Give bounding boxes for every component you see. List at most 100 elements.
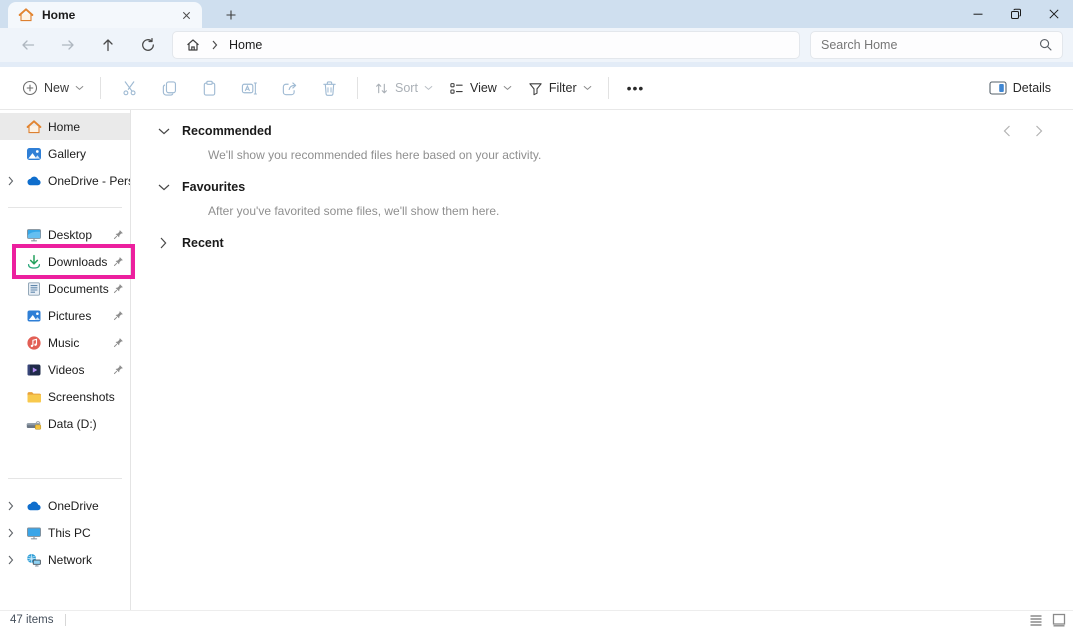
desktop-icon — [26, 227, 42, 243]
section-favourites: Favourites After you've favorited some f… — [157, 179, 1073, 218]
sidebar-item-gallery[interactable]: Gallery — [0, 140, 130, 167]
sort-button-label: Sort — [395, 81, 418, 95]
carousel-left-icon[interactable] — [999, 123, 1015, 139]
pictures-icon — [26, 308, 42, 324]
navigation-pane: Home Gallery — [0, 110, 131, 610]
downloads-icon — [26, 254, 42, 270]
more-options-button[interactable]: ••• — [617, 76, 655, 100]
up-button[interactable] — [88, 29, 128, 61]
pin-icon — [113, 364, 124, 375]
sidebar-item-this-pc[interactable]: This PC — [0, 519, 130, 546]
paste-button[interactable] — [189, 72, 229, 104]
cut-button[interactable] — [109, 72, 149, 104]
search-box — [810, 31, 1063, 59]
statusbar-divider — [65, 614, 66, 626]
sidebar-item-label: OneDrive — [48, 499, 99, 513]
expander-chevron-icon[interactable] — [8, 173, 26, 189]
sidebar-item-label: Downloads — [48, 255, 107, 269]
sidebar-item-desktop[interactable]: Desktop — [0, 221, 130, 248]
expander-chevron-icon[interactable] — [8, 552, 26, 568]
sidebar-item-downloads[interactable]: Downloads — [0, 248, 130, 275]
toolbar-separator — [608, 77, 609, 99]
this-pc-icon — [26, 525, 42, 541]
delete-button[interactable] — [309, 72, 349, 104]
network-icon — [26, 552, 42, 568]
carousel-right-icon[interactable] — [1031, 123, 1047, 139]
section-title: Recommended — [182, 124, 272, 138]
sidebar-item-onedrive[interactable]: OneDrive — [0, 492, 130, 519]
videos-icon — [26, 362, 42, 378]
chevron-down-icon[interactable] — [157, 128, 170, 135]
forward-button[interactable] — [48, 29, 88, 61]
content-pane: Recommended We'll show you recommended f… — [131, 110, 1073, 610]
tab-close-icon[interactable] — [176, 5, 196, 25]
details-pane-button[interactable]: Details — [981, 75, 1059, 101]
large-icons-view-icon[interactable] — [1052, 613, 1066, 627]
window-controls — [959, 0, 1073, 28]
sidebar-item-screenshots[interactable]: Screenshots — [0, 383, 130, 410]
search-icon[interactable] — [1038, 37, 1054, 53]
search-input[interactable] — [821, 38, 1038, 52]
plus-circle-icon — [22, 80, 38, 96]
new-tab-button[interactable] — [218, 2, 244, 28]
sidebar-item-onedrive-personal[interactable]: OneDrive - Persona — [0, 167, 130, 194]
command-bar: New — [0, 67, 1073, 110]
folder-icon — [26, 389, 42, 405]
section-header[interactable]: Recommended — [157, 123, 1073, 139]
home-icon — [26, 119, 42, 135]
view-list-icon — [449, 81, 464, 96]
rename-button[interactable] — [229, 72, 269, 104]
sidebar-item-label: Music — [48, 336, 79, 350]
filter-button[interactable]: Filter — [520, 75, 600, 102]
maximize-restore-button[interactable] — [997, 0, 1035, 28]
expander-chevron-icon[interactable] — [8, 525, 26, 541]
view-button[interactable]: View — [441, 75, 520, 102]
breadcrumb-location[interactable]: Home — [229, 38, 262, 52]
copy-button[interactable] — [149, 72, 189, 104]
back-button[interactable] — [8, 29, 48, 61]
drive-lock-icon — [26, 416, 42, 432]
sidebar-item-documents[interactable]: Documents — [0, 275, 130, 302]
toolbar-separator — [357, 77, 358, 99]
share-button[interactable] — [269, 72, 309, 104]
new-button[interactable]: New — [14, 74, 92, 102]
section-header[interactable]: Favourites — [157, 179, 1073, 195]
sidebar-item-network[interactable]: Network — [0, 546, 130, 573]
sidebar-item-label: Pictures — [48, 309, 91, 323]
section-title: Favourites — [182, 180, 245, 194]
details-button-label: Details — [1013, 81, 1051, 95]
sidebar-item-label: Data (D:) — [48, 417, 97, 431]
navigation-bar: Home — [0, 28, 1073, 67]
close-button[interactable] — [1035, 0, 1073, 28]
minimize-button[interactable] — [959, 0, 997, 28]
sidebar-item-label: Network — [48, 553, 92, 567]
tab-home[interactable]: Home — [8, 2, 202, 28]
sidebar-item-pictures[interactable]: Pictures — [0, 302, 130, 329]
sort-arrows-icon — [374, 81, 389, 96]
sidebar-item-label: Home — [48, 120, 80, 134]
details-view-icon[interactable] — [1029, 613, 1043, 627]
filter-button-label: Filter — [549, 81, 577, 95]
chevron-down-icon — [503, 85, 512, 91]
pin-icon — [113, 283, 124, 294]
refresh-button[interactable] — [128, 29, 168, 61]
chevron-down-icon — [75, 85, 84, 91]
tab-bar: Home — [0, 0, 1073, 28]
sidebar-item-data-drive[interactable]: Data (D:) — [0, 410, 130, 437]
section-header[interactable]: Recent — [157, 235, 1073, 251]
sidebar-item-label: Gallery — [48, 147, 86, 161]
status-bar: 47 items — [0, 610, 1073, 628]
sidebar-item-home[interactable]: Home — [0, 113, 130, 140]
music-icon — [26, 335, 42, 351]
chevron-down-icon — [583, 85, 592, 91]
sidebar-item-music[interactable]: Music — [0, 329, 130, 356]
sort-button[interactable]: Sort — [366, 75, 441, 102]
chevron-down-icon[interactable] — [157, 184, 170, 191]
toolbar-separator — [100, 77, 101, 99]
chevron-right-icon[interactable] — [157, 237, 170, 249]
sidebar-item-label: Desktop — [48, 228, 92, 242]
sidebar-divider — [8, 478, 122, 479]
breadcrumb[interactable]: Home — [172, 31, 800, 59]
sidebar-item-videos[interactable]: Videos — [0, 356, 130, 383]
expander-chevron-icon[interactable] — [8, 498, 26, 514]
